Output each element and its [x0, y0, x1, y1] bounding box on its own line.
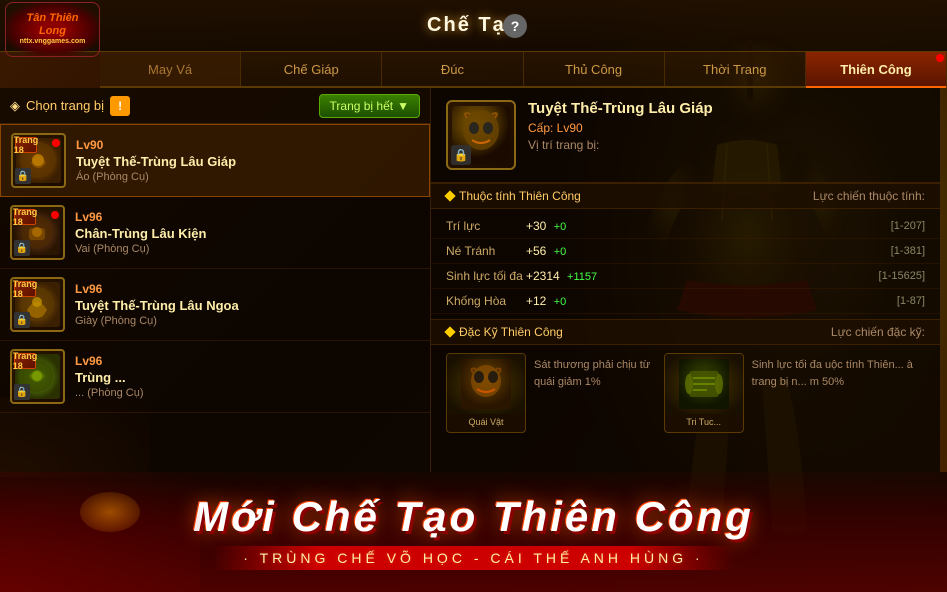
skill-label: Quái Vật	[447, 414, 525, 432]
skill-icon	[665, 354, 743, 414]
diamond-icon	[444, 190, 455, 201]
warning-icon: !	[110, 96, 130, 116]
equipment-item[interactable]: Trang 18 🔒 Lv96 Tuyệt Thế-Trùng Lâu Ngoa…	[0, 269, 430, 341]
skills-area: Quái Vật Sát thương phải chịu từ quái gi…	[431, 345, 940, 441]
tab-duc[interactable]: Đúc	[382, 52, 523, 86]
equipment-item[interactable]: Trang 18 🔒 Lv96 Trùng ... ... (Phòng Cụ)	[0, 341, 430, 413]
item-lock-icon: 🔒	[14, 312, 30, 328]
skill-label: Tri Tuc...	[665, 414, 743, 432]
item-icon: Trang 18 🔒	[10, 349, 65, 404]
equipment-item[interactable]: Trang 18 🔒 Lv90 Tuyệt Thế-Trùng Lâu Giáp…	[0, 124, 430, 197]
attributes-table: Trí lực +30 +0 [1-207] Né Tránh +56 +0 […	[431, 209, 940, 319]
item-lock-icon: 🔒	[15, 168, 31, 184]
flame-particle	[80, 492, 140, 532]
skill-card: Quái Vật Sát thương phải chịu từ quái gi…	[446, 353, 654, 433]
item-new-dot	[52, 139, 60, 147]
skill-card-2: Tri Tuc...	[664, 353, 744, 433]
item-tier-badge: Trang 18	[14, 353, 36, 369]
item-new-dot	[51, 211, 59, 219]
right-panel-header: 🔒 Tuyệt Thế-Trùng Lâu Giáp Cấp: Lv90 Vị …	[431, 88, 940, 183]
title-bar: Tân Thiên Long nttx.vnggames.com Chế Tạo…	[0, 0, 947, 52]
item-lock-icon: 🔒	[14, 240, 30, 256]
detail-item-icon: 🔒	[446, 100, 516, 170]
banner-sub-text: · TRÙNG CHẾ VÕ HỌC - CÁI THẾ ANH HÙNG ·	[213, 546, 733, 570]
item-info: Lv96 Trùng ... ... (Phòng Cụ)	[75, 354, 420, 399]
tab-che-giap[interactable]: Chế Giáp	[241, 52, 382, 86]
detail-lock-icon: 🔒	[451, 145, 471, 165]
attr-row: Khống Hòa +12 +0 [1-87]	[431, 289, 940, 314]
item-lock-icon: 🔒	[14, 384, 30, 400]
item-tier-badge: Trang 18	[14, 281, 36, 297]
bottom-banner: Mới Chế Tạo Thiên Công · TRÙNG CHẾ VÕ HỌ…	[0, 472, 947, 592]
attributes-section-title: Thuộc tính Thiên Công Lực chiến thuộc tí…	[431, 183, 940, 209]
item-icon: Trang 18 🔒	[10, 205, 65, 260]
item-info: Lv96 Tuyệt Thế-Trùng Lâu Ngoa Giày (Phòn…	[75, 282, 420, 327]
left-panel-header: ◈ Chọn trang bị ! Trang bị hết ▼	[0, 88, 430, 124]
diamond-icon	[444, 326, 455, 337]
game-logo: Tân Thiên Long nttx.vnggames.com	[5, 2, 100, 57]
right-panel: 🔒 Tuyệt Thế-Trùng Lâu Giáp Cấp: Lv90 Vị …	[430, 88, 940, 472]
tab-badge	[936, 54, 944, 62]
item-tier-badge: Trang 18	[15, 137, 37, 153]
item-info: Lv90 Tuyệt Thế-Trùng Lâu Giáp Áo (Phòng …	[76, 138, 419, 183]
item-tier-badge: Trang 18	[14, 209, 36, 225]
attr-row: Trí lực +30 +0 [1-207]	[431, 214, 940, 239]
navigation-tabs: May Vá Chế Giáp Đúc Thủ Công Thời Trang …	[100, 52, 947, 88]
chevron-down-icon: ▼	[397, 99, 409, 113]
tab-may-va[interactable]: May Vá	[100, 52, 241, 86]
item-icon: Trang 18 🔒	[10, 277, 65, 332]
tab-thu-cong[interactable]: Thủ Công	[524, 52, 665, 86]
detail-info: Tuyệt Thế-Trùng Lâu Giáp Cấp: Lv90 Vị tr…	[528, 100, 925, 152]
help-button[interactable]: ?	[503, 14, 527, 38]
skill-icon	[447, 354, 525, 414]
tab-thien-cong[interactable]: Thiên Công	[806, 52, 947, 86]
equipment-list[interactable]: Trang 18 🔒 Lv90 Tuyệt Thế-Trùng Lâu Giáp…	[0, 124, 430, 472]
skill-card: Tri Tuc... Sinh lực tối đa uộc tính Thiê…	[664, 353, 925, 433]
skill-description: Sinh lực tối đa uộc tính Thiên... à tran…	[752, 353, 925, 390]
attr-row: Sinh lực tối đa +2314 +1157 [1-15625]	[431, 264, 940, 289]
banner-main-text: Mới Chế Tạo Thiên Công	[193, 494, 754, 540]
skills-section-title: Đặc Kỹ Thiên Công Lực chiến đặc kỹ:	[431, 319, 940, 345]
skill-scroll-icon	[679, 359, 729, 409]
left-panel: ◈ Chọn trang bị ! Trang bị hết ▼ Trang 1…	[0, 88, 430, 472]
diamond-left: ◈	[10, 98, 20, 114]
tab-thoi-trang[interactable]: Thời Trang	[665, 52, 806, 86]
skill-beast-icon	[461, 359, 511, 409]
item-icon: Trang 18 🔒	[11, 133, 66, 188]
skill-description: Sát thương phải chịu từ quái giảm 1%	[534, 353, 654, 390]
attr-row: Né Tránh +56 +0 [1-381]	[431, 239, 940, 264]
left-header-title: ◈ Chọn trang bị !	[10, 96, 130, 116]
sort-button[interactable]: Trang bị hết ▼	[319, 94, 420, 118]
equipment-item[interactable]: Trang 18 🔒 Lv96 Chân-Trùng Lâu Kiện Vai …	[0, 197, 430, 269]
skill-card-1: Quái Vật	[446, 353, 526, 433]
dragon-decoration	[0, 472, 200, 592]
item-info: Lv96 Chân-Trùng Lâu Kiện Vai (Phòng Cụ)	[75, 210, 420, 255]
